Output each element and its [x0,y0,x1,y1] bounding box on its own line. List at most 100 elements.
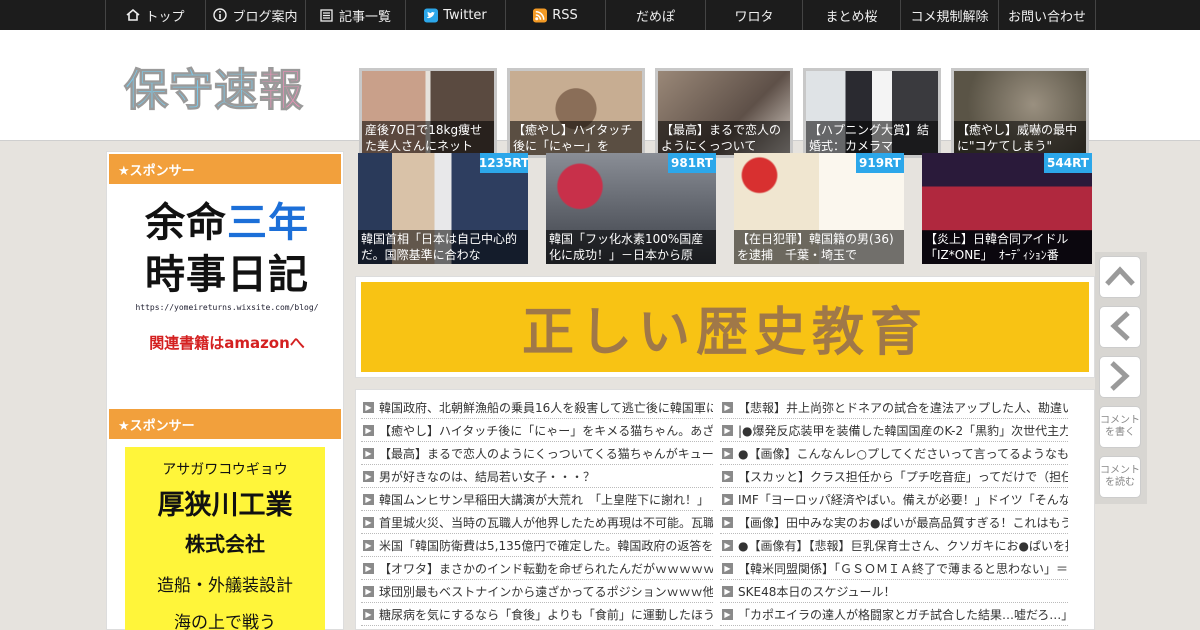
list-item[interactable]: ▶ 男が好きなのは、結局若い女子・・・？ [361,465,713,488]
home-icon [126,8,140,22]
chevron-up-icon [1104,265,1136,290]
nav-item-top[interactable]: トップ [105,0,205,30]
arrow-right-icon: ▶ [363,539,374,551]
list-item[interactable]: ▶ 球団別最もベストナインから遠ざかってるポジションｗｗｗ他 [361,580,713,603]
banner-text: 正しい歴史教育 [521,301,928,363]
list-item[interactable]: ▶ 韓国ムンヒサン早稲田大講演が大荒れ 「上皇陛下に謝れ！」 [361,488,713,511]
ad-corp: 株式会社 [185,532,265,556]
ad-company-name: 厚狭川工業 [157,490,293,521]
scroll-top-button[interactable] [1099,256,1141,298]
nav-item-comment-unblock[interactable]: コメ規制解除 [900,0,998,30]
header-thumb-5[interactable]: 【癒やし】威嚇の最中に"コケてしまう" [951,68,1089,158]
arrow-right-icon: ▶ [722,539,733,551]
news-title: 男が好きなのは、結局若い女子・・・？ [379,469,596,484]
ad-amazon-link[interactable]: 関連書籍はamazonへ [117,332,337,353]
header-thumb-4[interactable]: 【ハプニング大賞】結婚式：カメラマ [803,68,941,158]
list-item[interactable]: ▶ 【癒やし】ハイタッチ後に「にゃー」をキメる猫ちゃん。あざ [361,419,713,442]
nav-item-matome-sakura[interactable]: まとめ桜 [802,0,900,30]
news-title: 韓国政府、北朝鮮漁船の乗員16人を殺害して逃亡後に韓国軍に [379,400,713,415]
rt-item-1[interactable]: 1235RT 韓国首相「日本は自己中心的だ。国際基準に合わな [358,153,528,264]
arrow-right-icon: ▶ [722,493,733,505]
arrow-right-icon: ▶ [722,424,733,436]
arrow-right-icon: ▶ [722,608,733,620]
logo-char: 守 [169,65,214,117]
arrow-right-icon: ▶ [363,585,374,597]
arrow-right-icon: ▶ [363,447,374,459]
news-title: 【悲報】井上尚弥とドネアの試合を違法アップした人、勘違い [738,400,1068,415]
sponsor-heading: ★スポンサー [109,154,341,184]
list-item[interactable]: ▶ 【最高】まるで恋人のようにくっついてくる猫ちゃんがキュー [361,442,713,465]
ad-title-line2: 時事日記 [145,252,309,298]
logo-char: 報 [259,65,304,117]
list-item[interactable]: ▶ 【画像】田中みな実のお●ぱいが最高品質すぎる！これはもう [720,511,1068,534]
list-item[interactable]: ▶ ●【画像有】【悲報】巨乳保育士さん、クソガキにお●ぱいを揉 [720,534,1068,557]
nav-item-rss[interactable]: RSS [505,0,605,30]
list-item[interactable]: ▶ 米国「韓国防衛費は5,135億円で確定した。韓国政府の返答を待 [361,534,713,557]
arrow-right-icon: ▶ [363,562,374,574]
arrow-right-icon: ▶ [363,608,374,620]
arrow-right-icon: ▶ [722,585,733,597]
next-button[interactable] [1099,356,1141,398]
news-title: 【オワタ】まさかのインド転勤を命ぜられたんだがｗｗｗｗｗ [379,561,713,576]
news-title: 【最高】まるで恋人のようにくっついてくる猫ちゃんがキュー [379,446,713,461]
history-education-banner[interactable]: 正しい歴史教育 [355,276,1095,378]
rt-item-2[interactable]: 981RT 韓国「フッ化水素100%国産化に成功！」－日本から原 [546,153,716,264]
rt-count-badge: 1235RT [479,153,528,173]
arrow-right-icon: ▶ [722,516,733,528]
news-title: 糖尿病を気にするなら「食後」よりも「食前」に運動したほう [379,607,713,622]
floating-side-buttons: コメントを書く コメントを読む [1095,252,1147,504]
news-title: SKE48本日のスケジュール！ [738,584,896,599]
arrow-right-icon: ▶ [363,401,374,413]
thumb-caption: 【癒やし】威嚇の最中に"コケてしまう" [954,121,1086,155]
list-item[interactable]: ▶ 韓国政府、北朝鮮漁船の乗員16人を殺害して逃亡後に韓国軍に [361,396,713,419]
list-item[interactable]: ▶ |●爆発反応装甲を装備した韓国国産のK-2「黒豹」次世代主力 [720,419,1068,442]
site-logo[interactable]: 保守速報 [124,54,324,118]
list-item[interactable]: ▶ ●【画像】こんなんレ○プしてくださいって言ってるようなも [720,442,1068,465]
sponsor-ad-yomei[interactable]: 余命三年 時事日記 https://yomeireturns.wixsite.c… [117,197,337,382]
list-item[interactable]: ▶ 【悲報】井上尚弥とドネアの試合を違法アップした人、勘違い [720,396,1068,419]
rt-count-badge: 544RT [1044,153,1092,173]
rt-count-badge: 981RT [668,153,716,173]
ad-kana: アサガワコウギョウ [162,462,288,478]
thumb-caption: 産後70日で18kg痩せた美人さんにネット [362,121,494,155]
news-title: 「カポエイラの達人が格闘家とガチ試合した結果…嘘だろ…」 [738,607,1068,622]
news-list-box: ▶ 韓国政府、北朝鮮漁船の乗員16人を殺害して逃亡後に韓国軍に ▶ 【癒やし】ハイタ… [355,389,1095,630]
nav-label: だめぽ [635,9,675,25]
list-item[interactable]: ▶ 糖尿病を気にするなら「食後」よりも「食前」に運動したほう [361,603,713,626]
nav-item-blog-guide[interactable]: ブログ案内 [205,0,305,30]
nav-item-warota[interactable]: ワロタ [705,0,802,30]
ad-description: 造船・外艤装設計 [157,576,293,596]
previous-button[interactable] [1099,306,1141,348]
news-title: 【韓米同盟関係】「ＧＳＯＭＩＡ終了で薄まると思わない」＝ [738,561,1068,576]
write-comment-button[interactable]: コメントを書く [1099,406,1141,448]
arrow-right-icon: ▶ [363,516,374,528]
ad-text: 三年 [227,200,309,246]
nav-item-twitter[interactable]: Twitter [405,0,505,30]
list-item[interactable]: ▶ 「カポエイラの達人が格闘家とガチ試合した結果…嘘だろ…」 [720,603,1068,626]
nav-item-damepo[interactable]: だめぽ [605,0,705,30]
list-item[interactable]: ▶ 【スカッと】クラス担任から「プチ吃音症」ってだけで（担任 [720,465,1068,488]
nav-label: まとめ桜 [825,9,878,25]
header-thumb-3[interactable]: 【最高】まるで恋人のようにくっついて [655,68,793,158]
list-icon [320,8,334,22]
list-item[interactable]: ▶ SKE48本日のスケジュール！ [720,580,1068,603]
sponsor-ad-asagawa[interactable]: アサガワコウギョウ 厚狭川工業 株式会社 造船・外艤装設計 海の上で戦う [125,447,325,630]
list-item[interactable]: ▶ IMF「ヨーロッパ経済やばい。備えが必要！」ドイツ「そんな [720,488,1068,511]
news-title: ●【画像】こんなんレ○プしてくださいって言ってるようなも [738,446,1068,461]
rt-item-4[interactable]: 544RT 【炎上】日韓合同アイドル「IZ*ONE」 ｵｰﾃﾞｨｼｮﾝ番 [922,153,1092,264]
rt-item-3[interactable]: 919RT 【在日犯罪】韓国籍の男(36)を逮捕 千葉・埼玉で [734,153,904,264]
list-item[interactable]: ▶ 【韓米同盟関係】「ＧＳＯＭＩＡ終了で薄まると思わない」＝ [720,557,1068,580]
chevron-left-icon [1109,310,1131,345]
ad-text: 余命 [145,200,227,246]
twitter-icon [424,8,439,22]
header-thumb-1[interactable]: 産後70日で18kg痩せた美人さんにネット [359,68,497,158]
read-comments-button[interactable]: コメントを読む [1099,456,1141,498]
list-item[interactable]: ▶ 首里城火災、当時の瓦職人が他界したため再現は不可能。瓦職 [361,511,713,534]
nav-label: ブログ案内 [232,9,298,25]
list-item[interactable]: ▶ 【オワタ】まさかのインド転勤を命ぜられたんだがｗｗｗｗｗ [361,557,713,580]
nav-item-contact[interactable]: お問い合わせ [998,0,1096,30]
info-icon [213,8,228,22]
nav-item-article-list[interactable]: 記事一覧 [305,0,405,30]
header-thumb-2[interactable]: 【癒やし】ハイタッチ後に「にゃー」を [507,68,645,158]
rt-caption: 【炎上】日韓合同アイドル「IZ*ONE」 ｵｰﾃﾞｨｼｮﾝ番 [922,230,1092,264]
